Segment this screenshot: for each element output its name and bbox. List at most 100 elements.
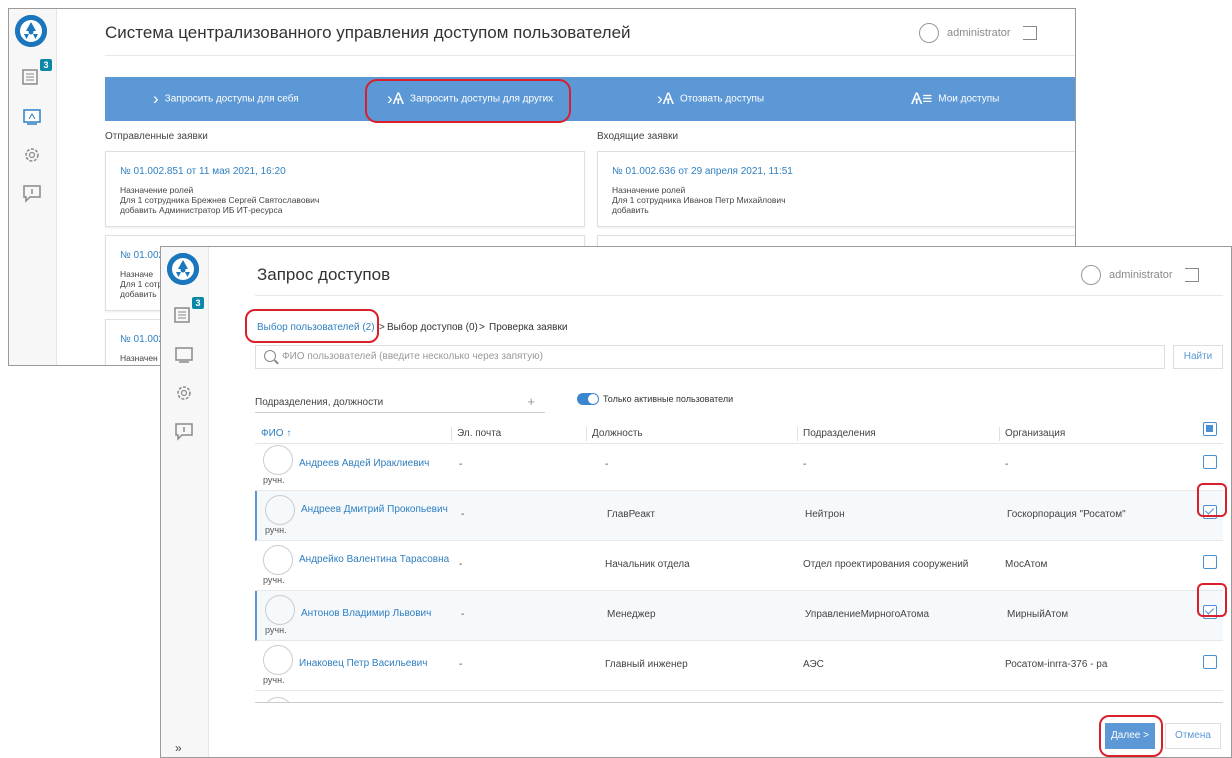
feedback-icon[interactable] <box>173 421 195 441</box>
request-line: Назначен <box>120 353 158 363</box>
cell-position: ГлавРеакт <box>607 509 655 520</box>
notification-badge: 3 <box>40 59 52 71</box>
breadcrumb-separator: > <box>479 322 485 333</box>
row-checkbox[interactable] <box>1203 555 1217 569</box>
cell-department: АЭС <box>803 659 824 670</box>
cell-email: - <box>461 609 465 620</box>
column-header-name[interactable]: ФИО ↑ <box>261 428 291 439</box>
user-revoke-icon: ›Ѧ <box>657 89 675 108</box>
cell-email: - <box>459 459 463 470</box>
request-number[interactable]: № 01.002.851 от 11 мая 2021, 16:20 <box>120 166 286 177</box>
cell-position: Начальник отдела <box>605 559 690 570</box>
nav-label: Запросить доступы для себя <box>164 93 299 105</box>
column-header-email[interactable]: Эл. почта <box>457 428 501 439</box>
nav-bar: › Запросить доступы для себя ›Ѧ Запросить … <box>105 77 1075 121</box>
request-access-window: 3 » Запрос доступов administrator Выбор … <box>160 246 1232 758</box>
active-users-toggle[interactable] <box>577 393 599 405</box>
username: administrator <box>947 26 1011 39</box>
username: administrator <box>1109 268 1173 281</box>
user-source: ручн. <box>265 525 287 535</box>
monitor-icon[interactable] <box>173 345 195 365</box>
request-line: добавить Администратор ИБ ИТ-ресурса <box>120 205 283 215</box>
step-review-request[interactable]: Проверка заявки <box>489 322 567 333</box>
user-avatar <box>265 595 295 625</box>
chevron-right-icon: › <box>153 89 159 108</box>
table-row[interactable]: ручн. Антонов Владимир Львович - Менедже… <box>255 591 1223 641</box>
request-number[interactable]: № 01.002 <box>120 334 164 345</box>
add-filter-icon[interactable]: + <box>527 394 535 409</box>
column-header-organization[interactable]: Организация <box>1005 428 1065 439</box>
user-name-link[interactable]: Инаковец Петр Васильевич <box>299 659 459 669</box>
sidebar: 3 <box>9 9 57 365</box>
expand-sidebar-button[interactable]: » <box>175 741 182 755</box>
search-icon <box>264 350 276 362</box>
request-number[interactable]: № 01.002.636 от 29 апреля 2021, 11:51 <box>612 166 793 177</box>
table-row[interactable]: ручн. Андреев Авдей Ираклиевич - - - - <box>255 441 1223 491</box>
table-row[interactable]: ручн. Инаковец Петр Васильевич - Главный… <box>255 641 1223 691</box>
nav-request-self[interactable]: › Запросить доступы для себя <box>153 77 299 121</box>
column-header-position[interactable]: Должность <box>592 428 643 439</box>
user-search-field[interactable]: ФИО пользователей (введите несколько чер… <box>255 345 1165 369</box>
page-title: Система централизованного управления дос… <box>105 23 631 42</box>
highlight-step-select-users <box>245 309 379 343</box>
incoming-card[interactable]: № 01.002.636 от 29 апреля 2021, 11:51 На… <box>597 151 1075 227</box>
row-checkbox[interactable] <box>1203 455 1217 469</box>
column-separator <box>586 427 587 441</box>
table-row[interactable]: ручн. Андреев Дмитрий Прокопьевич - Глав… <box>255 491 1223 541</box>
select-all-checkbox[interactable] <box>1203 422 1217 436</box>
step-select-access[interactable]: Выбор доступов (0) <box>387 322 478 333</box>
cell-organization: Росатом-inrra-376 - ра <box>1005 659 1108 670</box>
feedback-icon[interactable] <box>21 183 43 203</box>
user-source: ручн. <box>263 675 285 685</box>
user-source: ручн. <box>263 475 285 485</box>
cell-position: Менеджер <box>607 609 656 620</box>
request-line: добавить <box>120 289 157 299</box>
settings-icon[interactable] <box>173 383 195 403</box>
request-card[interactable]: № 01.002.851 от 11 мая 2021, 16:20 Назна… <box>105 151 585 227</box>
user-name-link[interactable]: Антонов Владимир Львович <box>301 609 461 619</box>
cell-email: - <box>459 659 463 670</box>
request-number[interactable]: № 01.002 <box>120 250 164 261</box>
settings-icon[interactable] <box>21 145 43 165</box>
request-line: Для 1 сотрудника Брежнев Сергей Святосла… <box>120 195 320 205</box>
breadcrumb-separator: > <box>379 322 385 333</box>
column-header-department[interactable]: Подразделения <box>803 428 876 439</box>
highlight-next-button <box>1099 715 1163 757</box>
cell-organization: МосАтом <box>1005 559 1048 570</box>
find-button[interactable]: Найти <box>1173 345 1223 369</box>
logout-icon[interactable] <box>1184 268 1199 282</box>
user-name-link[interactable]: Андрейко Валентина Тарасовна <box>299 555 459 565</box>
table-row-partial <box>255 695 1223 703</box>
user-name-link[interactable]: Андреев Дмитрий Прокопьевич <box>301 505 461 515</box>
user-avatar <box>263 645 293 675</box>
column-separator <box>451 427 452 441</box>
nav-revoke[interactable]: ›Ѧ Отозвать доступы <box>657 77 764 121</box>
user-source: ручн. <box>265 625 287 635</box>
rosatom-logo[interactable] <box>15 15 47 47</box>
table-row[interactable]: ручн. Андрейко Валентина Тарасовна - Нач… <box>255 541 1223 591</box>
active-users-label: Только активные пользователи <box>603 394 734 404</box>
user-name-link[interactable]: Андреев Авдей Ираклиевич <box>299 459 459 469</box>
nav-label: Мои доступы <box>938 93 1000 105</box>
user-menu[interactable]: administrator <box>919 23 1037 43</box>
incoming-requests-heading: Входящие заявки <box>597 131 679 142</box>
request-line: Назначение ролей <box>612 185 686 195</box>
cell-email: - <box>459 559 463 570</box>
monitor-icon[interactable] <box>21 107 43 127</box>
user-avatar <box>263 697 293 702</box>
filter-label: Подразделения, должности <box>255 397 384 408</box>
user-menu[interactable]: administrator <box>1081 265 1199 285</box>
row-checkbox[interactable] <box>1203 655 1217 669</box>
sidebar: 3 » <box>161 247 209 757</box>
cell-department: - <box>803 459 807 470</box>
cancel-button[interactable]: Отмена <box>1165 723 1221 749</box>
user-avatar <box>263 445 293 475</box>
search-placeholder: ФИО пользователей (введите несколько чер… <box>282 351 543 362</box>
logout-icon[interactable] <box>1022 26 1037 40</box>
user-avatar <box>263 545 293 575</box>
request-line: Для 1 сотрудника Иванов Петр Михайлович <box>612 195 786 205</box>
nav-my-access[interactable]: Ѧ≡ Мои доступы <box>911 77 999 121</box>
rosatom-logo[interactable] <box>167 253 199 285</box>
department-filter[interactable]: Подразделения, должности + <box>255 394 545 413</box>
user-source: ручн. <box>263 575 285 585</box>
